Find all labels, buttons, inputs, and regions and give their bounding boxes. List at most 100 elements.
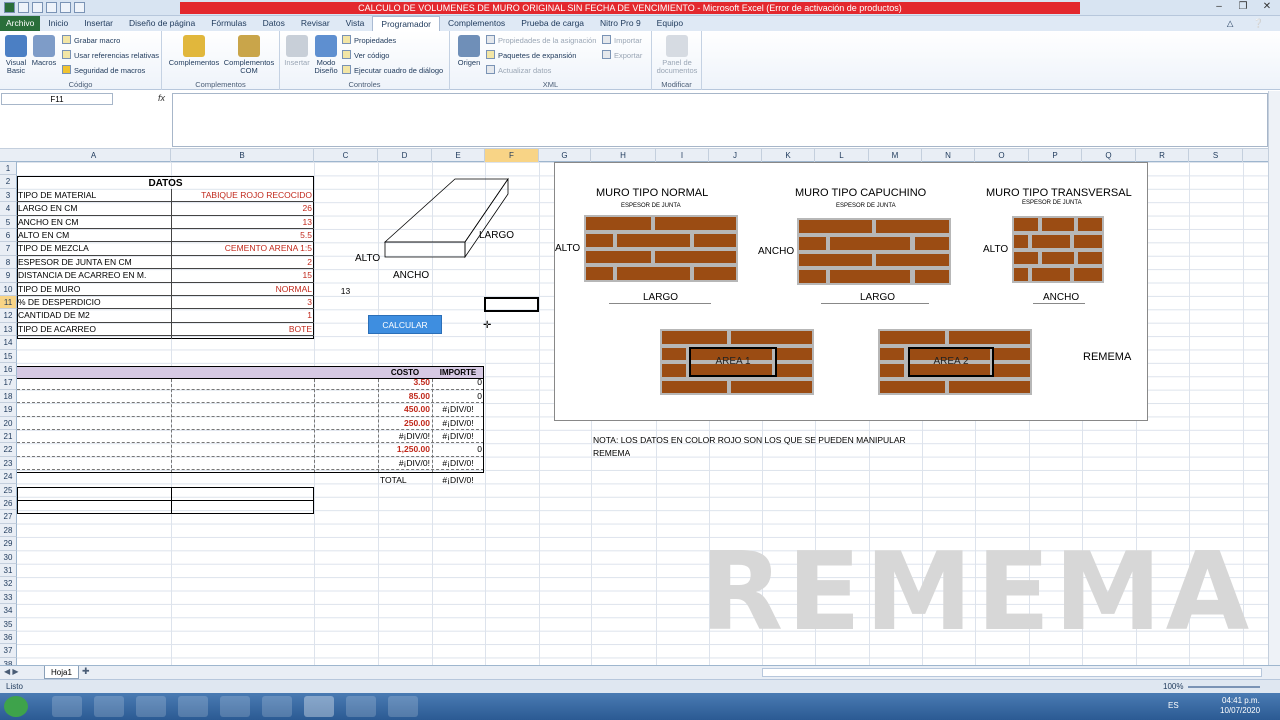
- row-header-2[interactable]: 2: [0, 175, 17, 189]
- row-header-28[interactable]: 28: [0, 523, 17, 538]
- row-header-18[interactable]: 18: [0, 389, 17, 404]
- column-header-s[interactable]: S: [1189, 149, 1243, 162]
- complementos-button[interactable]: Complementos: [166, 35, 222, 67]
- exportar-button[interactable]: Exportar: [602, 50, 642, 60]
- vertical-scrollbar[interactable]: [1268, 91, 1280, 665]
- row-header-5[interactable]: 5: [0, 215, 17, 229]
- column-header-d[interactable]: D: [378, 149, 432, 162]
- tab-programador[interactable]: Programador: [372, 16, 441, 31]
- new-sheet-icon[interactable]: ✚: [82, 666, 90, 677]
- calcular-button[interactable]: CALCULAR: [368, 315, 442, 334]
- row-header-10[interactable]: 10: [0, 282, 17, 296]
- column-header-r[interactable]: R: [1136, 149, 1189, 162]
- undo-icon[interactable]: [32, 2, 43, 13]
- save-icon[interactable]: [18, 2, 29, 13]
- row-header-11[interactable]: 11: [0, 296, 17, 310]
- app-icon[interactable]: [262, 696, 292, 717]
- column-header-c[interactable]: C: [314, 149, 378, 162]
- row-header-19[interactable]: 19: [0, 403, 17, 417]
- datos-value[interactable]: 2: [171, 256, 314, 269]
- datos-label[interactable]: ESPESOR DE JUNTA EN CM: [18, 256, 170, 269]
- datos-value[interactable]: CEMENTO ARENA 1:5: [171, 242, 314, 255]
- modo-diseno-button[interactable]: Modo Diseño: [312, 35, 340, 75]
- tab-inicio[interactable]: Inicio: [40, 16, 76, 31]
- ver-codigo-button[interactable]: Ver código: [342, 50, 389, 60]
- minimize-icon[interactable]: –: [1210, 1, 1228, 12]
- referencias-relativas-button[interactable]: Usar referencias relativas: [62, 50, 159, 60]
- ejecutar-dialogo-button[interactable]: Ejecutar cuadro de diálogo: [342, 65, 443, 75]
- customize-icon[interactable]: [74, 2, 85, 13]
- row-header-32[interactable]: 32: [0, 577, 17, 591]
- row-header-29[interactable]: 29: [0, 537, 17, 551]
- datos-value[interactable]: 13: [171, 216, 314, 229]
- datos-value[interactable]: 15: [171, 269, 314, 282]
- tab-datos[interactable]: Datos: [255, 16, 293, 31]
- column-header-k[interactable]: K: [762, 149, 815, 162]
- row-header-35[interactable]: 35: [0, 617, 17, 631]
- row-header-25[interactable]: 25: [0, 483, 17, 497]
- row-header-6[interactable]: 6: [0, 229, 17, 243]
- importar-button[interactable]: Importar: [602, 35, 642, 45]
- row-header-33[interactable]: 33: [0, 590, 17, 605]
- datos-label[interactable]: ANCHO EN CM: [18, 216, 170, 229]
- sheet-nav-icon[interactable]: ◀ ▶: [4, 667, 19, 676]
- row-header-36[interactable]: 36: [0, 631, 17, 645]
- row-header-34[interactable]: 34: [0, 604, 17, 618]
- propiedades-button[interactable]: Propiedades: [342, 35, 396, 45]
- visual-basic-button[interactable]: Visual Basic: [2, 35, 30, 75]
- tab-complementos[interactable]: Complementos: [440, 16, 513, 31]
- datos-label[interactable]: TIPO DE MEZCLA: [18, 242, 170, 255]
- formula-input[interactable]: [172, 93, 1268, 147]
- notes-icon[interactable]: [388, 696, 418, 717]
- close-icon[interactable]: ✕: [1258, 1, 1276, 12]
- datos-label[interactable]: LARGO EN CM: [18, 202, 170, 215]
- horizontal-scrollbar[interactable]: [762, 668, 1262, 677]
- datos-label[interactable]: ALTO EN CM: [18, 229, 170, 242]
- column-header-n[interactable]: N: [922, 149, 975, 162]
- column-header-j[interactable]: J: [709, 149, 762, 162]
- word-icon[interactable]: [346, 696, 376, 717]
- datos-label[interactable]: CANTIDAD DE M2: [18, 309, 170, 322]
- column-header-f[interactable]: F: [485, 149, 539, 162]
- start-button-icon[interactable]: [4, 696, 28, 717]
- tab-diseno-pagina[interactable]: Diseño de página: [121, 16, 203, 31]
- tab-nitro[interactable]: Nitro Pro 9: [592, 16, 649, 31]
- datos-value[interactable]: 5.5: [171, 229, 314, 242]
- restore-icon[interactable]: ❐: [1234, 1, 1252, 12]
- column-header-m[interactable]: M: [869, 149, 922, 162]
- tab-archivo[interactable]: Archivo: [0, 16, 41, 31]
- column-header-p[interactable]: P: [1029, 149, 1082, 162]
- media-player-icon[interactable]: [94, 696, 124, 717]
- datos-label[interactable]: TIPO DE ACARREO: [18, 323, 170, 336]
- column-header-q[interactable]: Q: [1082, 149, 1136, 162]
- insertar-control-button[interactable]: Insertar: [282, 35, 312, 67]
- print-icon[interactable]: [60, 2, 71, 13]
- datos-label[interactable]: % DE DESPERDICIO: [18, 296, 170, 309]
- datos-value[interactable]: 26: [171, 202, 314, 215]
- row-header-7[interactable]: 7: [0, 242, 17, 256]
- row-header-20[interactable]: 20: [0, 416, 17, 430]
- seguridad-macros-button[interactable]: Seguridad de macros: [62, 65, 145, 75]
- help-icon[interactable]: ❔: [1245, 16, 1272, 31]
- datos-value[interactable]: 3: [171, 296, 314, 309]
- row-header-21[interactable]: 21: [0, 430, 17, 444]
- row-header-23[interactable]: 23: [0, 456, 17, 471]
- row-header-24[interactable]: 24: [0, 470, 17, 484]
- datos-label[interactable]: DISTANCIA DE ACARREO EN M.: [18, 269, 170, 282]
- minimize-ribbon-icon[interactable]: △: [1219, 16, 1242, 31]
- name-box[interactable]: F11: [1, 93, 113, 105]
- row-header-17[interactable]: 17: [0, 376, 17, 390]
- column-header-a[interactable]: A: [17, 149, 171, 162]
- language-indicator[interactable]: ES: [1168, 701, 1179, 710]
- excel-taskbar-icon[interactable]: [304, 696, 334, 717]
- row-header-31[interactable]: 31: [0, 564, 17, 578]
- datos-value[interactable]: NORMAL: [171, 283, 314, 296]
- active-cell-f11[interactable]: [484, 297, 539, 312]
- insert-function-button[interactable]: fx: [158, 93, 165, 103]
- row-header-13[interactable]: 13: [0, 322, 17, 337]
- row-header-15[interactable]: 15: [0, 349, 17, 363]
- ie-icon[interactable]: [52, 696, 82, 717]
- zoom-slider[interactable]: [1188, 686, 1260, 688]
- tab-formulas[interactable]: Fórmulas: [203, 16, 254, 31]
- column-header-o[interactable]: O: [975, 149, 1029, 162]
